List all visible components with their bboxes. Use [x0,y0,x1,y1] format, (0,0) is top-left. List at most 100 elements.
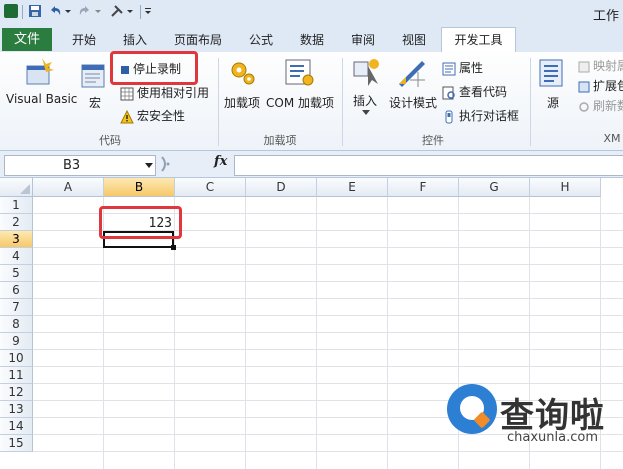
map-properties-icon [578,61,590,72]
tab-formulas[interactable]: 公式 [241,29,281,51]
toolbar-separator [22,5,23,19]
expansion-packs-icon [578,81,590,92]
tab-page-layout[interactable]: 页面布局 [168,29,228,51]
com-addins-icon [285,59,314,86]
view-code-icon [442,86,455,99]
run-dialog-icon [445,110,453,123]
xml-source-button[interactable]: 源 [547,94,559,111]
map-properties-button[interactable]: 映射属 [578,57,623,75]
save-icon[interactable] [28,4,42,18]
warning-icon [120,109,134,123]
visual-basic-button[interactable]: Visual Basic [6,92,77,106]
macros-icon [81,64,105,88]
gridline-vertical [387,197,388,469]
insert-controls-button[interactable]: 插入 [353,92,377,109]
redo-icon[interactable] [78,4,92,18]
row-header-9[interactable]: 9 [0,333,33,350]
row-header-10[interactable]: 10 [0,350,33,367]
group-label-xml: XM [603,132,621,145]
macro-security-label: 宏安全性 [137,109,186,123]
column-header-a[interactable]: A [33,178,104,197]
row-header-6[interactable]: 6 [0,282,33,299]
tools-icon[interactable] [110,4,124,18]
row-header-8[interactable]: 8 [0,316,33,333]
chevron-down-icon[interactable] [64,4,72,18]
column-header-f[interactable]: F [388,178,459,197]
tab-review[interactable]: 审阅 [343,29,383,51]
row-header-7[interactable]: 7 [0,299,33,316]
tab-view[interactable]: 视图 [394,29,434,51]
row-header-5[interactable]: 5 [0,265,33,282]
highlight-cell-b2 [99,206,182,239]
com-addins-button[interactable]: COM 加载项 [266,94,334,111]
tab-data[interactable]: 数据 [292,29,332,51]
ribbon-tabs: 文件 开始 插入 页面布局 公式 数据 审阅 视图 开发工具 [0,25,623,53]
column-header-d[interactable]: D [246,178,317,197]
group-label-code: 代码 [99,134,121,147]
row-header-3[interactable]: 3 [0,231,33,248]
row-header-1[interactable]: 1 [0,197,33,214]
formula-input[interactable] [234,155,623,176]
row-header-2[interactable]: 2 [0,214,33,231]
run-dialog-button[interactable]: 执行对话框 [442,107,519,125]
tab-insert[interactable]: 插入 [115,29,155,51]
gridline-horizontal [33,366,623,367]
column-header-g[interactable]: G [459,178,530,197]
addins-button[interactable]: 加载项 [224,94,260,111]
design-mode-button[interactable]: 设计模式 [389,94,437,111]
gridline-horizontal [33,298,623,299]
visual-basic-icon [26,58,54,85]
use-relative-references-button[interactable]: 使用相对引用 [120,84,209,102]
highlight-stop-recording [110,51,198,85]
column-header-e[interactable]: E [317,178,388,197]
gridline-horizontal [33,281,623,282]
gridline-vertical [316,197,317,469]
view-code-button[interactable]: 查看代码 [442,83,507,101]
select-all-triangle-icon [20,184,30,194]
column-header-h[interactable]: H [530,178,601,197]
group-label-controls: 控件 [422,134,444,147]
group-separator [530,58,531,146]
macros-button[interactable]: 宏 [89,94,101,111]
select-all-button[interactable] [0,178,33,197]
properties-button[interactable]: 属性 [442,59,483,77]
macro-security-button[interactable]: 宏安全性 [120,107,185,125]
relative-reference-icon [120,87,134,100]
row-header-14[interactable]: 14 [0,418,33,435]
row-header-11[interactable]: 11 [0,367,33,384]
tab-developer[interactable]: 开发工具 [441,27,516,53]
gridline-horizontal [33,264,623,265]
expansion-packs-label: 扩展包 [593,79,623,93]
gridline-horizontal [33,349,623,350]
run-dialog-label: 执行对话框 [459,109,520,123]
chevron-down-icon[interactable] [126,4,134,18]
undo-icon[interactable] [48,4,62,18]
title-bar: 工作 [0,0,623,26]
chevron-down-icon[interactable] [94,4,102,18]
row-header-15[interactable]: 15 [0,435,33,452]
refresh-icon [579,101,589,112]
properties-icon [442,62,456,75]
row-header-4[interactable]: 4 [0,248,33,265]
tab-file[interactable]: 文件 [2,28,52,51]
column-header-c[interactable]: C [175,178,246,197]
chevron-down-icon[interactable] [362,110,370,116]
expansion-packs-button[interactable]: 扩展包 [578,77,623,95]
insert-function-button[interactable]: fx [214,154,227,169]
customize-quick-access-icon[interactable] [144,4,152,18]
row-header-13[interactable]: 13 [0,401,33,418]
row-header-12[interactable]: 12 [0,384,33,401]
tab-home[interactable]: 开始 [64,29,104,51]
fill-handle[interactable] [171,245,176,250]
chevron-down-icon[interactable] [145,163,153,168]
xml-source-icon [539,59,563,87]
refresh-data-button[interactable]: 刷新数 [578,97,623,115]
column-header-b[interactable]: B [104,178,175,197]
formula-bar-splitter-icon[interactable] [160,154,210,174]
addins-gear-icon [231,62,255,85]
gridline-horizontal [33,332,623,333]
toolbar-separator [140,5,141,19]
name-box[interactable]: B3 [4,155,156,176]
properties-label: 属性 [459,61,484,75]
view-code-label: 查看代码 [459,85,508,99]
